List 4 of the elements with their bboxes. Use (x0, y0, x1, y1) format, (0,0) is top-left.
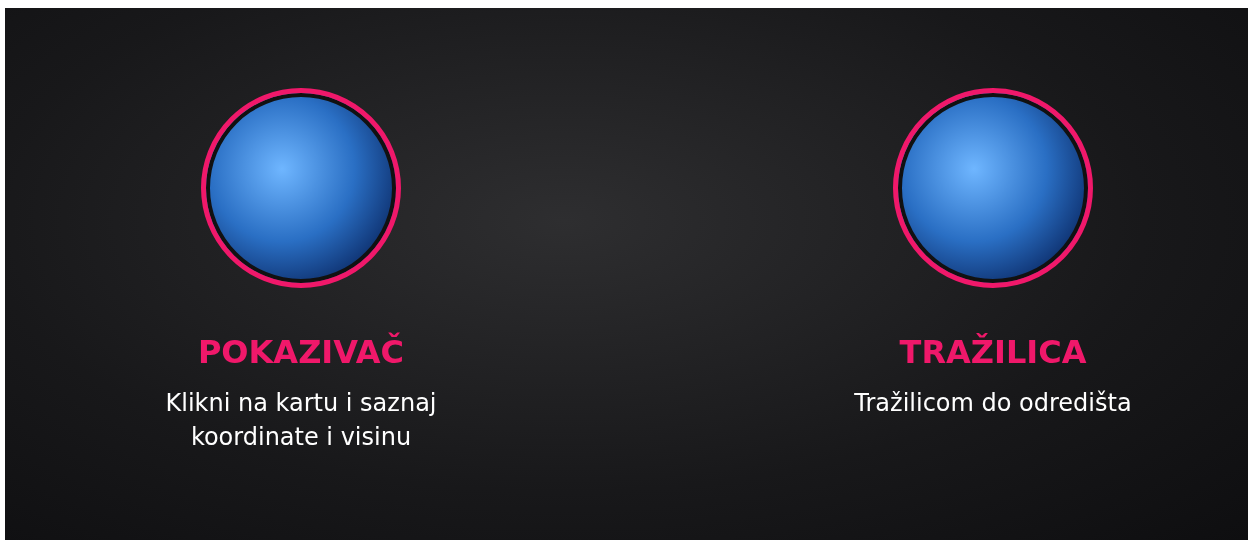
feature-title: POKAZIVAČ (197, 332, 405, 372)
feature-description: Tražilicom do odredišta (854, 388, 1132, 419)
feature-description: Klikni na kartu i saznaj koordinate i visinu (164, 388, 438, 453)
feature-title: TRAŽILICA (899, 332, 1087, 372)
